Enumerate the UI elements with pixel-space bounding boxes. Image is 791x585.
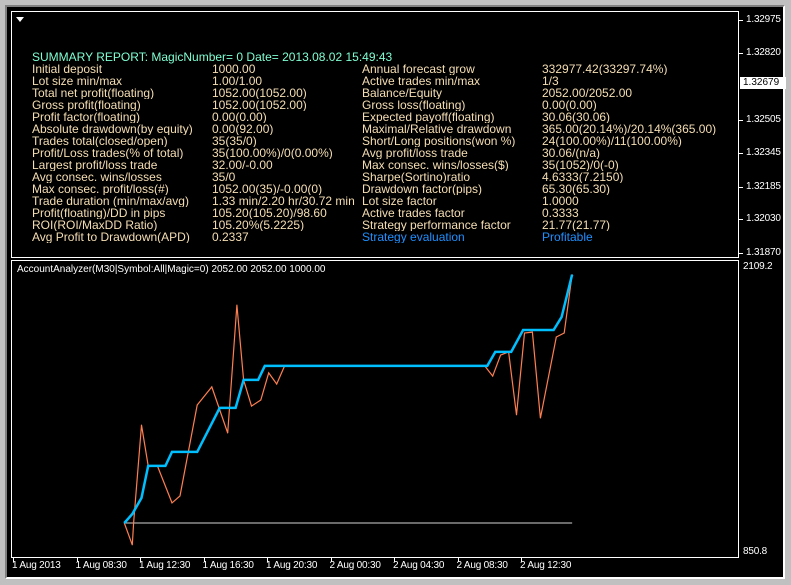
equity-line	[123, 274, 573, 546]
balance-point	[264, 365, 266, 367]
equity-point	[563, 332, 565, 334]
equity-point	[500, 354, 502, 356]
equity-point	[227, 432, 229, 434]
equity-point	[236, 304, 238, 306]
equity-point	[531, 331, 533, 333]
balance-point	[522, 329, 524, 331]
balance-point	[219, 407, 221, 409]
equity-point	[133, 522, 135, 524]
balance-point	[171, 451, 173, 453]
equity-point	[492, 375, 494, 377]
equity-point	[171, 502, 173, 504]
balance-point	[243, 379, 245, 381]
balance-point	[164, 465, 166, 467]
equity-point	[523, 332, 525, 334]
balance-point	[147, 465, 149, 467]
balance-point	[494, 351, 496, 353]
balance-point	[196, 451, 198, 453]
balance-point	[553, 329, 555, 331]
balance-point	[510, 351, 512, 353]
balance-point	[486, 365, 488, 367]
equity-point	[539, 417, 541, 419]
balance-point	[235, 407, 237, 409]
equity-point	[211, 386, 213, 388]
equity-point	[179, 495, 181, 497]
equity-point	[260, 399, 262, 401]
equity-point	[555, 336, 557, 338]
balance-point	[123, 522, 125, 524]
balance-line	[123, 274, 574, 524]
balance-point	[561, 316, 563, 318]
equity-point	[268, 372, 270, 374]
account-analyzer-plot	[123, 274, 574, 546]
balance-point	[131, 513, 133, 515]
equity-point	[516, 414, 517, 416]
equity-point	[196, 404, 198, 406]
equity-point	[141, 424, 143, 426]
equity-point	[251, 405, 252, 407]
balance-point	[141, 497, 143, 499]
balance-point	[257, 379, 259, 381]
equity-point	[276, 383, 278, 385]
equity-point	[131, 544, 133, 546]
balance-point	[571, 274, 573, 276]
